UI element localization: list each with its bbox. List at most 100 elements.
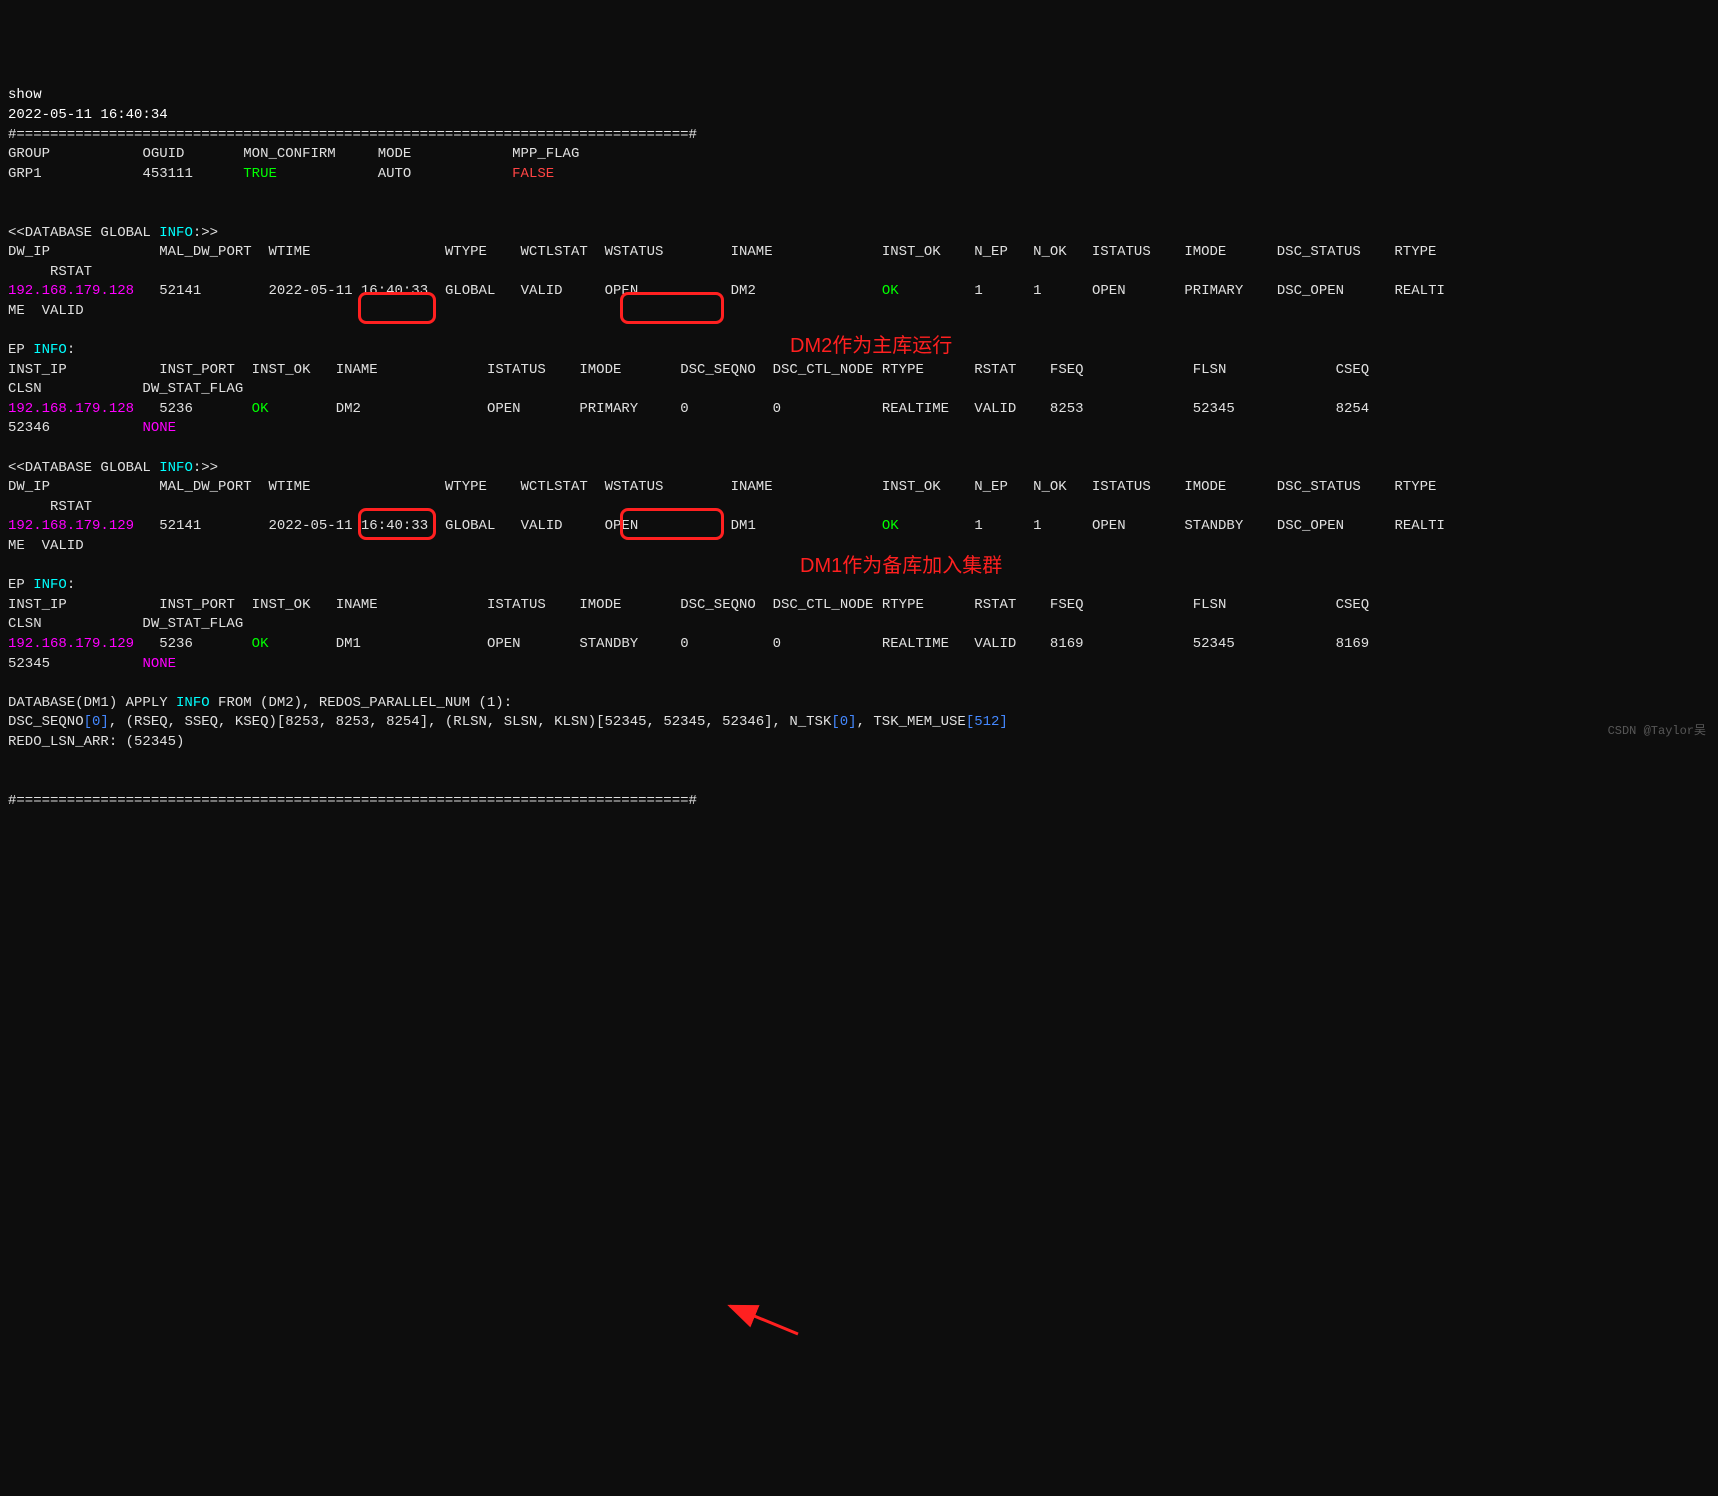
db-global-info: INFO xyxy=(159,225,193,241)
ep2-flsn: 52345 xyxy=(1193,636,1235,652)
db2-wtime: 2022-05-11 16:40:33 xyxy=(268,518,428,534)
dbh2-rtype: RTYPE xyxy=(1394,479,1436,495)
dbh-wtime: WTIME xyxy=(268,244,310,260)
divider-top: #=======================================… xyxy=(8,127,697,143)
db1-wtime: 2022-05-11 16:40:33 xyxy=(268,283,428,299)
ep1-istatus: OPEN xyxy=(487,401,521,417)
eph2-port: INST_PORT xyxy=(159,597,235,613)
eph-flsn: FLSN xyxy=(1193,362,1227,378)
db1-dscstatus: DSC_OPEN xyxy=(1277,283,1344,299)
apply-pre: DATABASE(DM1) APPLY xyxy=(8,695,176,711)
dbh2-iname: INAME xyxy=(731,479,773,495)
dbh2-dwip: DW_IP xyxy=(8,479,50,495)
dbh-instok: INST_OK xyxy=(882,244,941,260)
eph2-cseq: CSEQ xyxy=(1336,597,1370,613)
dbh-wstatus: WSTATUS xyxy=(605,244,664,260)
ep2-dwflag: NONE xyxy=(142,656,176,672)
grp-mode: AUTO xyxy=(378,166,412,182)
ep2-cseq: 8169 xyxy=(1336,636,1370,652)
db1-wstatus: OPEN xyxy=(605,283,639,299)
hdr-mppflag: MPP_FLAG xyxy=(512,146,579,162)
db2-nep: 1 xyxy=(974,518,982,534)
ep1-port: 5236 xyxy=(159,401,193,417)
ep-post: : xyxy=(67,342,75,358)
dbh2-instok: INST_OK xyxy=(882,479,941,495)
eph-istatus: ISTATUS xyxy=(487,362,546,378)
dbh-iname: INAME xyxy=(731,244,773,260)
dbh-wtype: WTYPE xyxy=(445,244,487,260)
ep2-port: 5236 xyxy=(159,636,193,652)
db2-instok: OK xyxy=(882,518,899,534)
db-global-post: :>> xyxy=(193,225,218,241)
dsc-pre: DSC_SEQNO xyxy=(8,714,84,730)
ep1-dwflag: NONE xyxy=(142,420,176,436)
ep-info2: INFO xyxy=(33,577,67,593)
ep2-ip: 192.168.179.129 xyxy=(8,636,134,652)
grp-oguid: 453111 xyxy=(142,166,192,182)
dsc-zero2: [0] xyxy=(831,714,856,730)
timestamp: 2022-05-11 16:40:34 xyxy=(8,107,168,123)
ep2-rtype: REALTIME xyxy=(882,636,949,652)
db-global-pre2: <<DATABASE GLOBAL xyxy=(8,460,159,476)
eph2-rtype: RTYPE xyxy=(882,597,924,613)
eph-clsn: CLSN DW_STAT_FLAG xyxy=(8,381,243,397)
eph2-rstat: RSTAT xyxy=(974,597,1016,613)
hdr-oguid: OGUID xyxy=(142,146,184,162)
eph2-ok: INST_OK xyxy=(252,597,311,613)
db2-imode: STANDBY xyxy=(1184,518,1243,534)
ep1-rtype: REALTIME xyxy=(882,401,949,417)
dsc-mid: , (RSEQ, SSEQ, KSEQ)[8253, 8253, 8254], … xyxy=(109,714,832,730)
ep1-iname: DM2 xyxy=(336,401,361,417)
eph-cseq: CSEQ xyxy=(1336,362,1370,378)
ep2-seq: 0 xyxy=(680,636,688,652)
eph2-ctl: DSC_CTL_NODE xyxy=(773,597,874,613)
dbh2-wctl: WCTLSTAT xyxy=(521,479,588,495)
dbh2-nok: N_OK xyxy=(1033,479,1067,495)
dbh2-dscstatus: DSC_STATUS xyxy=(1277,479,1361,495)
dsc-512: [512] xyxy=(966,714,1008,730)
db2-wctl: VALID xyxy=(521,518,563,534)
db-global-info2: INFO xyxy=(159,460,193,476)
db2-ip: 192.168.179.129 xyxy=(8,518,134,534)
dbh-istatus: ISTATUS xyxy=(1092,244,1151,260)
eph2-clsn: CLSN DW_STAT_FLAG xyxy=(8,616,243,632)
ep1-seq: 0 xyxy=(680,401,688,417)
dbh-wctl: WCTLSTAT xyxy=(521,244,588,260)
arrow-overlay xyxy=(8,988,1718,1496)
db1-istatus: OPEN xyxy=(1092,283,1126,299)
dbh2-nep: N_EP xyxy=(974,479,1008,495)
hdr-group: GROUP xyxy=(8,146,50,162)
dbh2-rstat: RSTAT xyxy=(8,499,92,515)
ep2-ok: OK xyxy=(252,636,269,652)
db-global-pre: <<DATABASE GLOBAL xyxy=(8,225,159,241)
dbh-rtype: RTYPE xyxy=(1394,244,1436,260)
dbh2-istatus: ISTATUS xyxy=(1092,479,1151,495)
dbh-rstat: RSTAT xyxy=(8,264,92,280)
ep1-ok: OK xyxy=(252,401,269,417)
eph-rtype: RTYPE xyxy=(882,362,924,378)
db1-wctl: VALID xyxy=(521,283,563,299)
ep1-rstat: VALID xyxy=(974,401,1016,417)
dbh2-wtype: WTYPE xyxy=(445,479,487,495)
dbh-nep: N_EP xyxy=(974,244,1008,260)
apply-info: INFO xyxy=(176,695,210,711)
db1-port: 52141 xyxy=(159,283,201,299)
ep-post2: : xyxy=(67,577,75,593)
ep2-rstat: VALID xyxy=(974,636,1016,652)
dsc-end: , TSK_MEM_USE xyxy=(857,714,966,730)
db2-istatus: OPEN xyxy=(1092,518,1126,534)
ep2-istatus: OPEN xyxy=(487,636,521,652)
ep2-clsn: 52345 xyxy=(8,656,50,672)
dbh-dscstatus: DSC_STATUS xyxy=(1277,244,1361,260)
ep1-fseq: 8253 xyxy=(1050,401,1084,417)
eph-iname: INAME xyxy=(336,362,378,378)
eph-ctl: DSC_CTL_NODE xyxy=(773,362,874,378)
db2-iname: DM1 xyxy=(731,518,756,534)
dbh-nok: N_OK xyxy=(1033,244,1067,260)
db2-port: 52141 xyxy=(159,518,201,534)
db2-dscstatus: DSC_OPEN xyxy=(1277,518,1344,534)
apply-post: FROM (DM2), REDOS_PARALLEL_NUM (1): xyxy=(210,695,512,711)
eph-ip: INST_IP xyxy=(8,362,67,378)
grp-monconfirm: TRUE xyxy=(243,166,277,182)
eph2-ip: INST_IP xyxy=(8,597,67,613)
